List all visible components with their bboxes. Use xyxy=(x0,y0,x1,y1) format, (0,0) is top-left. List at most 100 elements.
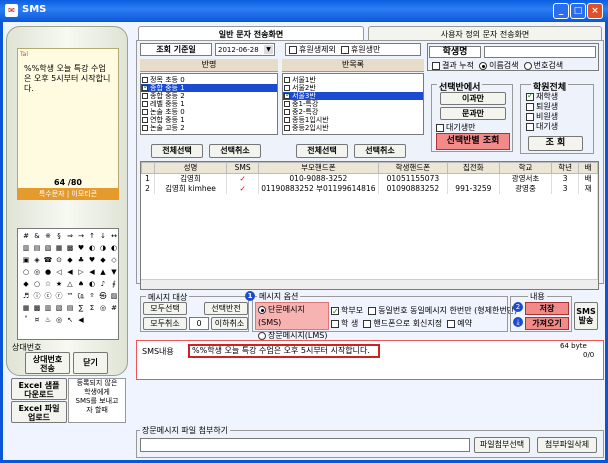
keypad-key[interactable]: ◁ xyxy=(54,267,64,278)
keypad-key[interactable]: ◐ xyxy=(87,279,97,290)
keypad-key[interactable]: ▲ xyxy=(98,267,108,278)
list-item[interactable]: 서울2반 xyxy=(283,84,423,92)
list-checkbox[interactable] xyxy=(142,117,148,123)
keypad-key[interactable]: ◀ xyxy=(76,315,86,326)
phone-close-button[interactable]: 닫기 xyxy=(73,352,108,374)
grid-header[interactable] xyxy=(141,162,155,174)
keypad-key[interactable]: ↔ xyxy=(109,231,119,242)
phone-search-radio[interactable]: 번호검색 xyxy=(534,61,563,70)
keypad-key[interactable]: ↖ xyxy=(65,315,75,326)
students-checkbox[interactable]: 학 생 xyxy=(331,319,358,328)
keypad-key[interactable]: ▤ xyxy=(65,303,75,314)
grid-header[interactable]: 학년 xyxy=(551,162,580,174)
keypad-key[interactable]: ▼ xyxy=(109,267,119,278)
attach-file-button[interactable]: 파일첨부선택 xyxy=(474,437,530,453)
keypad-key[interactable]: ♬ xyxy=(21,291,31,302)
search-by-class-button[interactable]: 선택반별 조회 xyxy=(436,133,510,150)
keypad-key[interactable]: → xyxy=(76,231,86,242)
list-item[interactable]: 논술 고등 2 xyxy=(141,124,277,132)
waiting-only-checkbox[interactable]: 대기생만 xyxy=(436,122,475,133)
same-number-checkbox[interactable]: 동일번호 동일메시지 한번만 (형제한번만) xyxy=(368,306,517,315)
keypad-key[interactable]: △ xyxy=(65,279,75,290)
keypad-key[interactable]: Σ xyxy=(87,303,97,314)
status-checkbox[interactable]: 퇴원생 xyxy=(526,102,558,112)
save-button[interactable]: 저장 xyxy=(525,302,569,315)
keypad-key[interactable]: ∑ xyxy=(76,303,86,314)
grid-header[interactable]: 학교 xyxy=(498,162,553,174)
keypad-key[interactable]: ▤ xyxy=(32,243,42,254)
student-name-input[interactable] xyxy=(484,46,596,58)
keypad-key[interactable]: ⓡ xyxy=(54,291,64,302)
list-checkbox[interactable] xyxy=(284,125,290,131)
keypad-key[interactable]: ↑ xyxy=(87,231,97,242)
cancel-all-button[interactable]: 모두취소 xyxy=(143,317,187,330)
keypad-key[interactable]: ™ xyxy=(65,291,75,302)
list-item[interactable]: 연합 중등 1 xyxy=(141,116,277,124)
grid-header[interactable]: 배 xyxy=(578,162,598,174)
keypad-key[interactable]: ▦ xyxy=(54,243,64,254)
list-item[interactable]: 서울1반 xyxy=(283,76,423,84)
keypad-key[interactable]: ▷ xyxy=(76,267,86,278)
keypad-key[interactable]: § xyxy=(54,231,64,242)
keypad-key[interactable]: ♣ xyxy=(76,255,86,266)
keypad-key[interactable]: ㉿ xyxy=(98,291,108,302)
table-row[interactable]: 1 김영희 ✓ 010-9088-3252 01051155073 광영서초 3 배 xyxy=(141,173,598,184)
list-checkbox[interactable] xyxy=(284,101,290,107)
list-item[interactable]: 논술 초등 0 xyxy=(141,108,277,116)
keypad-key[interactable]: ↓ xyxy=(98,231,108,242)
list-item[interactable]: 정목 초등 0 xyxy=(141,76,277,84)
sms-send-button[interactable]: SMS 발송 xyxy=(574,302,598,330)
keypad-key[interactable]: ※ xyxy=(43,231,53,242)
keypad-key[interactable]: ▣ xyxy=(21,255,31,266)
keypad-key[interactable]: ◀ xyxy=(65,267,75,278)
keypad-key[interactable]: ◆ xyxy=(98,255,108,266)
keypad-key[interactable]: ¤ xyxy=(32,315,42,326)
list-checkbox[interactable] xyxy=(284,109,290,115)
class-deselect-button[interactable]: 선택취소 xyxy=(209,144,261,158)
list-checkbox[interactable] xyxy=(142,125,148,131)
keypad-key[interactable]: ▩ xyxy=(65,243,75,254)
phone-footer[interactable]: 특수문자 | 이모티콘 xyxy=(17,188,119,200)
keypad-key[interactable]: ▥ xyxy=(43,303,53,314)
minimize-button[interactable]: _ xyxy=(553,3,569,19)
list-item[interactable]: 서울3반 xyxy=(283,92,423,100)
count-input[interactable]: 0 xyxy=(189,317,209,330)
keypad-key[interactable]: ˚ xyxy=(21,315,31,326)
excel-upload-button[interactable]: Excel 파일 업로드 xyxy=(11,401,67,423)
list-item[interactable]: 중1-특강 xyxy=(283,100,423,108)
grid-header[interactable]: 부모핸드폰 xyxy=(257,162,379,174)
parents-checkbox[interactable]: 학부모 xyxy=(331,305,363,318)
dropdown-arrow-icon[interactable]: ▼ xyxy=(264,45,273,54)
keypad-key[interactable]: ○ xyxy=(21,267,31,278)
attach-path-input[interactable] xyxy=(140,438,470,452)
keypad-key[interactable]: ♪ xyxy=(98,279,108,290)
status-search-button[interactable]: 조 회 xyxy=(528,136,583,151)
keypad-key[interactable]: ♠ xyxy=(76,279,86,290)
list-checkbox[interactable] xyxy=(142,101,148,107)
keypad-key[interactable]: ◀ xyxy=(87,267,97,278)
list-checkbox[interactable] xyxy=(142,93,148,99)
list-checkbox[interactable] xyxy=(284,92,292,99)
list-item[interactable]: 종등1입시반 xyxy=(283,116,423,124)
class-list[interactable]: 정목 초등 0종합 중등 1종합 중등 2레벨 중등 1논술 초등 0연합 중등… xyxy=(140,73,278,135)
keypad-key[interactable]: ◐ xyxy=(109,243,119,254)
keypad-key[interactable]: ◎ xyxy=(98,303,108,314)
keypad-key[interactable]: ◇ xyxy=(109,255,119,266)
group-select-all-button[interactable]: 전체선택 xyxy=(296,144,348,158)
list-checkbox[interactable] xyxy=(142,109,148,115)
list-checkbox[interactable] xyxy=(142,77,148,83)
keypad-key[interactable]: ▥ xyxy=(21,243,31,254)
keypad-key[interactable]: ▧ xyxy=(54,303,64,314)
group-list[interactable]: 서울1반서울2반서울3반중1-특강중2-특강종등1입시반중등2입시반 xyxy=(282,73,424,135)
maximize-button[interactable]: □ xyxy=(570,3,586,19)
keypad-key[interactable]: ㏇ xyxy=(76,291,86,302)
table-row[interactable]: 2 김영희 kimhee ✓ 01190883252 부01199614816 0109… xyxy=(141,184,598,194)
keypad-key[interactable]: ⊙ xyxy=(54,255,64,266)
keypad-key[interactable]: ▩ xyxy=(32,303,42,314)
keypad-key[interactable]: ◆ xyxy=(65,255,75,266)
list-checkbox[interactable] xyxy=(284,117,290,123)
list-item[interactable]: 중2-특강 xyxy=(283,108,423,116)
reserve-checkbox[interactable]: 예약 xyxy=(447,319,472,328)
status-checkbox[interactable]: 비원생 xyxy=(526,112,558,122)
close-button[interactable]: × xyxy=(587,3,603,19)
